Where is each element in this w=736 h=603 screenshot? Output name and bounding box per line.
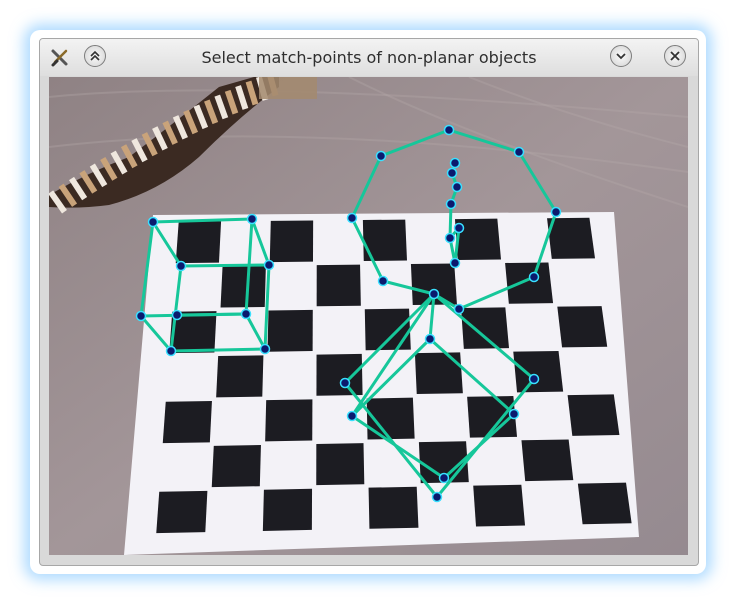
match-point[interactable] [550,206,562,218]
match-point[interactable] [375,150,387,162]
camera-image[interactable] [49,77,688,555]
chessboard-square [473,484,526,527]
chessboard-square [216,355,264,398]
match-point[interactable] [428,288,440,300]
match-point[interactable] [147,216,159,228]
window-title: Select match-points of non-planar object… [201,48,537,67]
match-point[interactable] [263,259,275,271]
match-point[interactable] [513,146,525,158]
match-point[interactable] [339,377,351,389]
match-line [179,263,271,268]
chessboard-square [262,488,313,531]
chessboard-square [267,309,313,352]
match-point[interactable] [451,181,463,193]
match-point[interactable] [508,408,520,420]
chessboard-square [414,352,463,395]
chessboard-square [156,490,208,534]
match-point[interactable] [171,309,183,321]
chessboard-square [577,482,632,525]
close-icon [670,51,680,61]
match-point[interactable] [528,271,540,283]
shade-up-button[interactable] [84,45,106,67]
chessboard-square [211,444,261,488]
match-point[interactable] [346,212,358,224]
chessboard-square [567,394,620,436]
tools-icon[interactable] [50,48,70,68]
match-point[interactable] [175,260,187,272]
match-point[interactable] [449,257,461,269]
match-point[interactable] [453,303,465,315]
match-point[interactable] [259,343,271,355]
camera-image-canvas[interactable] [49,77,688,555]
match-point[interactable] [438,472,450,484]
match-line [175,312,248,317]
minimize-icon [616,53,626,60]
chessboard-square [513,350,564,393]
chessboard-square [220,265,266,308]
minimize-button[interactable] [610,45,632,67]
match-point[interactable] [377,275,389,287]
match-point[interactable] [165,345,177,357]
match-point[interactable] [528,373,540,385]
match-point[interactable] [445,198,457,210]
title-bar[interactable]: Select match-points of non-planar object… [40,39,698,76]
chessboard-square [162,401,212,444]
match-point[interactable] [135,310,147,322]
chessboard-square [547,217,596,259]
match-line [169,347,267,353]
match-point[interactable] [424,333,436,345]
box-corner [259,77,317,99]
chessboard-square [316,264,361,307]
chessboard-square [316,443,365,486]
match-point[interactable] [346,410,358,422]
close-button[interactable] [664,45,686,67]
chessboard-square [265,399,313,442]
chessboard-square [364,308,411,351]
chessboard-square [521,439,574,482]
chessboard-square [316,353,363,396]
match-point[interactable] [431,491,443,503]
chessboard-square [368,486,419,529]
chessboard-square [557,306,608,348]
match-point[interactable] [449,157,461,169]
app-window: Select match-points of non-planar object… [39,38,699,566]
chessboard-square [175,221,222,264]
shade-up-icon [90,50,100,61]
match-point[interactable] [444,232,456,244]
match-point[interactable] [246,213,258,225]
match-point[interactable] [240,308,252,320]
chessboard-square [505,262,554,304]
match-point[interactable] [443,124,455,136]
match-point[interactable] [446,167,458,179]
chessboard-square [461,307,510,349]
chessboard-square [269,220,314,263]
match-point[interactable] [453,222,465,234]
